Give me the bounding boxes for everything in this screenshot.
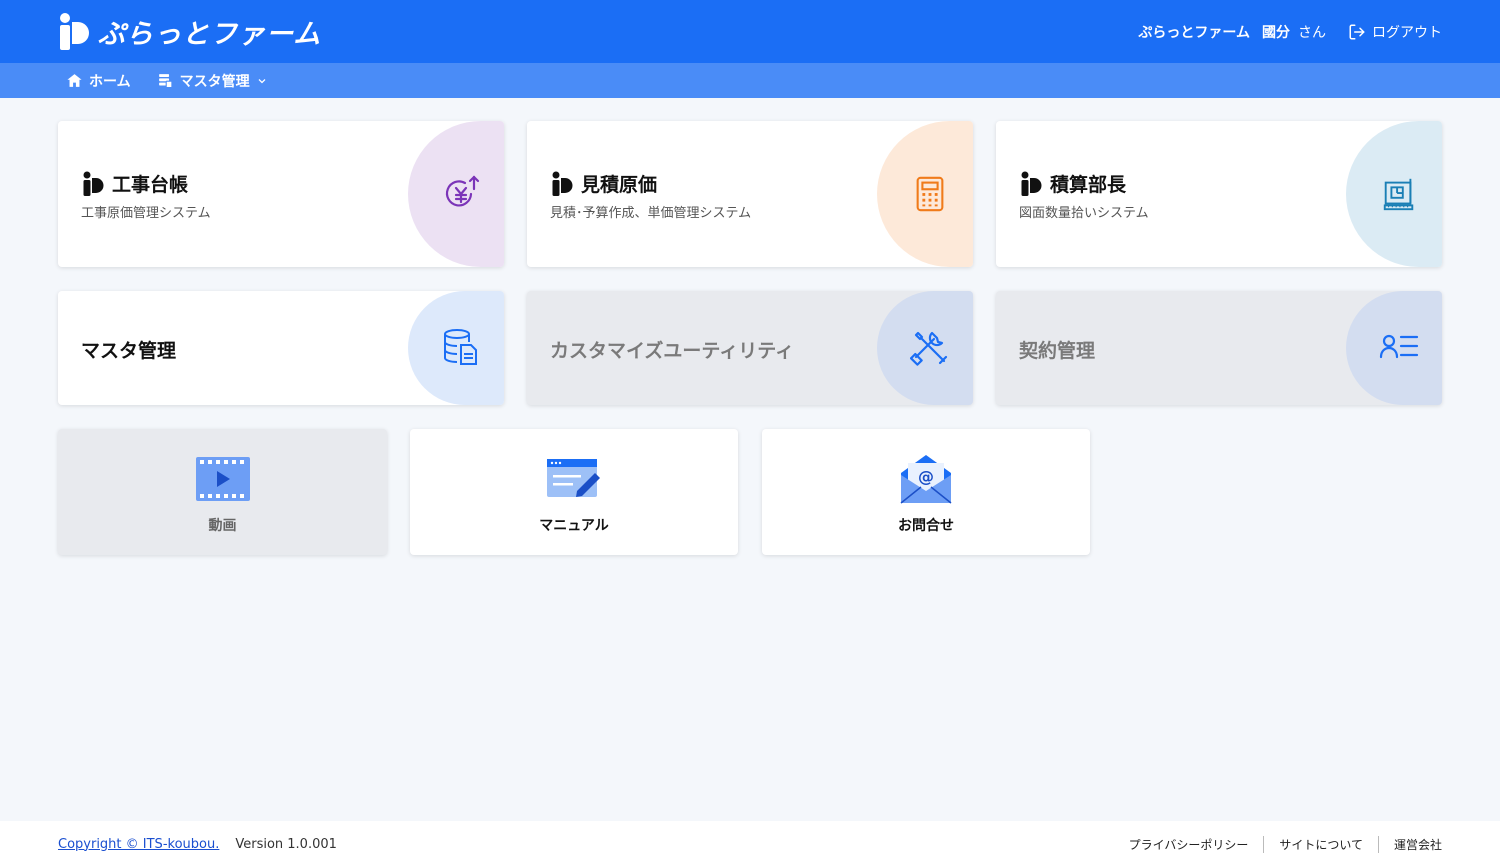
card-subtitle: 工事原価管理システム [81,206,211,221]
card-keiyaku-kanri[interactable]: 契約管理 [996,291,1442,405]
logout-button[interactable]: ログアウト [1348,22,1442,42]
about-site-link[interactable]: サイトについて [1264,835,1379,853]
plat-p-icon [552,171,573,196]
card-title: カスタマイズユーティリティ [550,340,795,362]
card-master-kanri[interactable]: マスタ管理 [58,291,504,405]
chevron-down-icon [258,78,266,83]
card-title: 見積原価 [581,174,658,196]
card-sekisan-bucho[interactable]: 積算部長 図面数量拾いシステム [996,121,1442,267]
card-subtitle: 見積･予算作成、単価管理システム [550,206,752,221]
card-mitsumori-genka[interactable]: 見積原価 見積･予算作成、単価管理システム [527,121,973,267]
user-name: 國分 [1262,24,1290,41]
tools-icon [910,331,948,366]
stack-icon [158,74,172,89]
yen-up-icon [445,175,480,207]
mail-at-icon: @ [900,455,952,504]
logout-label: ログアウト [1372,24,1442,41]
svg-text:@: @ [918,467,934,486]
user-area: ぷらっとファーム 國分 さん ログアウト [1138,22,1442,42]
card-label: マニュアル [539,518,609,534]
user-suffix: さん [1298,24,1326,41]
nav-home-label: ホーム [89,73,131,90]
operating-company-link[interactable]: 運営会社 [1379,836,1442,853]
card-title: マスタ管理 [81,340,177,362]
home-icon [67,74,82,87]
plat-p-icon [83,171,104,196]
blueprint-icon [1383,178,1414,211]
privacy-policy-link[interactable]: プライバシーポリシー [1114,835,1265,853]
version-label: Version 1.0.001 [235,836,337,852]
plat-logo-icon [60,12,89,50]
sub-navigation: ホーム マスタ管理 [0,63,1500,98]
top-header: ぷらっとファーム ぷらっとファーム 國分 さん ログアウト [0,0,1500,63]
user-list-icon [1379,334,1419,359]
nav-master-label: マスタ管理 [179,73,250,90]
video-icon [195,457,250,501]
database-doc-icon [444,329,477,365]
card-koji-daicho[interactable]: 工事台帳 工事原価管理システム [58,121,504,267]
nav-master-dropdown[interactable]: マスタ管理 [157,71,268,91]
logo-text: ぷらっとファーム [98,19,322,50]
card-customize-utility[interactable]: カスタマイズユーティリティ [527,291,973,405]
manual-edit-icon [547,459,600,497]
card-subtitle: 図面数量拾いシステム [1019,206,1149,221]
plat-p-icon [1021,171,1042,196]
card-label: 動画 [208,518,237,534]
card-manual[interactable]: マニュアル [410,429,738,555]
card-title: 契約管理 [1019,340,1096,362]
footer: Copyright © ITS-koubou. Version 1.0.001 … [0,821,1500,867]
calculator-icon [916,176,944,212]
card-title: 積算部長 [1050,174,1127,196]
copyright-link[interactable]: Copyright © ITS-koubou. [58,837,219,852]
card-video[interactable]: 動画 [58,429,387,555]
nav-home[interactable]: ホーム [66,71,131,91]
app-logo[interactable]: ぷらっとファーム [58,12,321,52]
card-title: 工事台帳 [112,174,189,196]
card-label: お問合せ [898,518,954,534]
company-name: ぷらっとファーム [1138,24,1250,41]
card-contact[interactable]: @ お問合せ [762,429,1090,555]
logout-icon [1349,24,1365,39]
